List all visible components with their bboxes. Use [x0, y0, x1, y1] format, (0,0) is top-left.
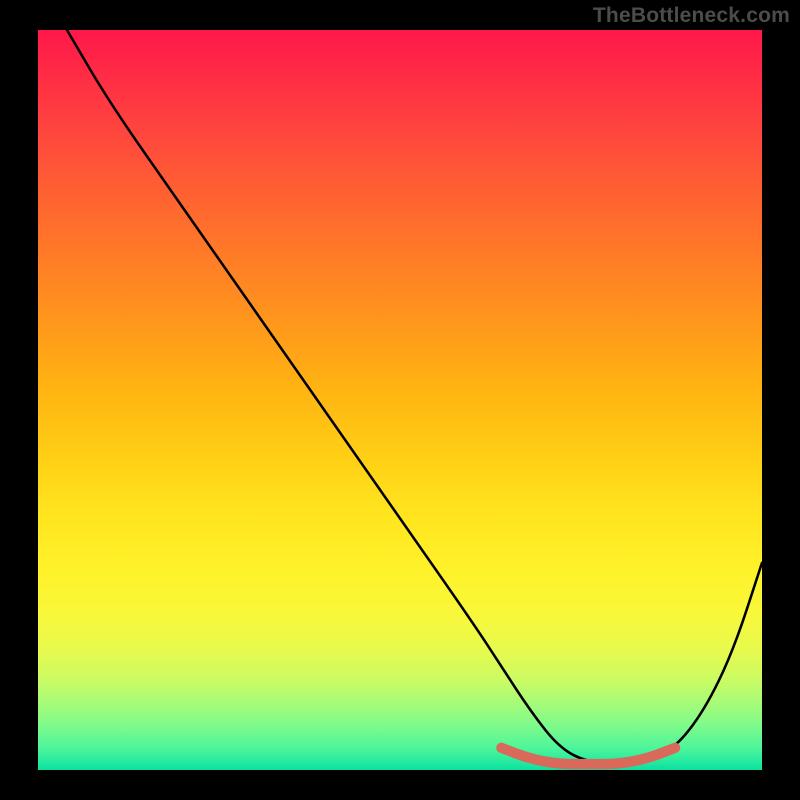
- highlight-segment: [501, 748, 675, 764]
- plot-area: [38, 30, 762, 770]
- chart-frame: TheBottleneck.com: [0, 0, 800, 800]
- watermark-text: TheBottleneck.com: [593, 4, 790, 28]
- chart-svg: [38, 30, 762, 770]
- main-curve: [67, 30, 762, 763]
